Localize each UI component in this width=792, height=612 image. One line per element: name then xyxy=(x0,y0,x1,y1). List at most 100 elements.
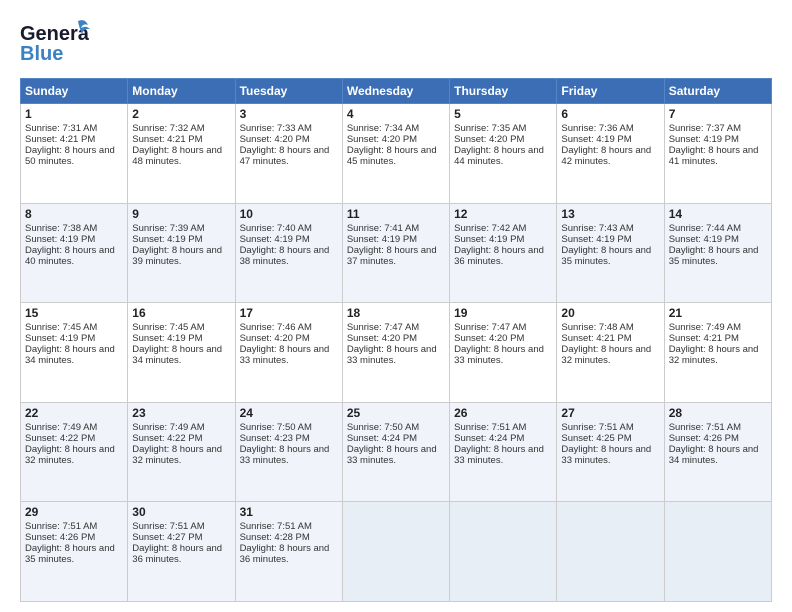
sunrise-text: Sunrise: 7:41 AM xyxy=(347,223,445,234)
sunrise-text: Sunrise: 7:51 AM xyxy=(669,422,767,433)
daylight-text: Daylight: 8 hours and 38 minutes. xyxy=(240,245,338,267)
sunset-text: Sunset: 4:19 PM xyxy=(347,234,445,245)
calendar-cell: 17Sunrise: 7:46 AMSunset: 4:20 PMDayligh… xyxy=(235,303,342,403)
daylight-text: Daylight: 8 hours and 41 minutes. xyxy=(669,145,767,167)
sunset-text: Sunset: 4:21 PM xyxy=(669,333,767,344)
daylight-text: Daylight: 8 hours and 33 minutes. xyxy=(347,344,445,366)
day-number: 12 xyxy=(454,207,552,221)
day-number: 6 xyxy=(561,107,659,121)
sunset-text: Sunset: 4:20 PM xyxy=(240,333,338,344)
calendar-page: GeneralBlue SundayMondayTuesdayWednesday… xyxy=(0,0,792,612)
sunrise-text: Sunrise: 7:51 AM xyxy=(454,422,552,433)
calendar-week-3: 15Sunrise: 7:45 AMSunset: 4:19 PMDayligh… xyxy=(21,303,772,403)
calendar-cell: 19 Sunrise: 7:47 AMSunset: 4:20 PMDayligh… xyxy=(450,303,557,403)
sunset-text: Sunset: 4:19 PM xyxy=(454,234,552,245)
daylight-text: Daylight: 8 hours and 35 minutes. xyxy=(25,543,123,565)
daylight-text: Daylight: 8 hours and 47 minutes. xyxy=(240,145,338,167)
sunrise-text: Sunrise: 7:47 AM xyxy=(347,322,445,333)
daylight-text: Daylight: 8 hours and 33 minutes. xyxy=(240,344,338,366)
sunset-text: Sunset: 4:26 PM xyxy=(669,433,767,444)
calendar-cell: 11Sunrise: 7:41 AMSunset: 4:19 PMDayligh… xyxy=(342,203,449,303)
sunrise-text: Sunrise: 7:43 AM xyxy=(561,223,659,234)
sunset-text: Sunset: 4:22 PM xyxy=(132,433,230,444)
day-number: 20 xyxy=(561,306,659,320)
calendar-cell: 14Sunrise: 7:44 AMSunset: 4:19 PMDayligh… xyxy=(664,203,771,303)
calendar-week-1: 1Sunrise: 7:31 AMSunset: 4:21 PMDaylight… xyxy=(21,104,772,204)
sunrise-text: Sunrise: 7:49 AM xyxy=(669,322,767,333)
calendar-cell xyxy=(450,502,557,602)
sunrise-text: Sunrise: 7:32 AM xyxy=(132,123,230,134)
calendar-week-4: 22Sunrise: 7:49 AMSunset: 4:22 PMDayligh… xyxy=(21,402,772,502)
sunrise-text: Sunrise: 7:33 AM xyxy=(240,123,338,134)
sunset-text: Sunset: 4:23 PM xyxy=(240,433,338,444)
sunset-text: Sunset: 4:20 PM xyxy=(240,134,338,145)
day-number: 19 xyxy=(454,306,552,320)
calendar-cell: 1Sunrise: 7:31 AMSunset: 4:21 PMDaylight… xyxy=(21,104,128,204)
day-number: 2 xyxy=(132,107,230,121)
calendar-table: SundayMondayTuesdayWednesdayThursdayFrid… xyxy=(20,78,772,602)
sunset-text: Sunset: 4:27 PM xyxy=(132,532,230,543)
sunrise-text: Sunrise: 7:42 AM xyxy=(454,223,552,234)
daylight-text: Daylight: 8 hours and 33 minutes. xyxy=(561,444,659,466)
sunrise-text: Sunrise: 7:40 AM xyxy=(240,223,338,234)
day-number: 24 xyxy=(240,406,338,420)
daylight-text: Daylight: 8 hours and 33 minutes. xyxy=(454,344,552,366)
calendar-cell: 9Sunrise: 7:39 AMSunset: 4:19 PMDaylight… xyxy=(128,203,235,303)
sunset-text: Sunset: 4:20 PM xyxy=(347,134,445,145)
daylight-text: Daylight: 8 hours and 34 minutes. xyxy=(25,344,123,366)
sunrise-text: Sunrise: 7:39 AM xyxy=(132,223,230,234)
sunset-text: Sunset: 4:19 PM xyxy=(240,234,338,245)
daylight-text: Daylight: 8 hours and 44 minutes. xyxy=(454,145,552,167)
calendar-cell: 23Sunrise: 7:49 AMSunset: 4:22 PMDayligh… xyxy=(128,402,235,502)
day-header-friday: Friday xyxy=(557,79,664,104)
daylight-text: Daylight: 8 hours and 33 minutes. xyxy=(347,444,445,466)
header: GeneralBlue xyxy=(20,18,772,68)
calendar-cell: 28Sunrise: 7:51 AMSunset: 4:26 PMDayligh… xyxy=(664,402,771,502)
sunrise-text: Sunrise: 7:35 AM xyxy=(454,123,552,134)
daylight-text: Daylight: 8 hours and 42 minutes. xyxy=(561,145,659,167)
day-number: 10 xyxy=(240,207,338,221)
day-number: 27 xyxy=(561,406,659,420)
sunrise-text: Sunrise: 7:38 AM xyxy=(25,223,123,234)
sunrise-text: Sunrise: 7:50 AM xyxy=(240,422,338,433)
day-number: 18 xyxy=(347,306,445,320)
sunset-text: Sunset: 4:20 PM xyxy=(454,333,552,344)
daylight-text: Daylight: 8 hours and 32 minutes. xyxy=(669,344,767,366)
sunset-text: Sunset: 4:21 PM xyxy=(25,134,123,145)
daylight-text: Daylight: 8 hours and 34 minutes. xyxy=(669,444,767,466)
daylight-text: Daylight: 8 hours and 48 minutes. xyxy=(132,145,230,167)
logo-icon: GeneralBlue xyxy=(20,18,90,68)
calendar-cell: 24 Sunrise: 7:50 AMSunset: 4:23 PMDayligh… xyxy=(235,402,342,502)
calendar-cell: 4Sunrise: 7:34 AMSunset: 4:20 PMDaylight… xyxy=(342,104,449,204)
calendar-cell: 31Sunrise: 7:51 AMSunset: 4:28 PMDayligh… xyxy=(235,502,342,602)
sunset-text: Sunset: 4:25 PM xyxy=(561,433,659,444)
calendar-cell: 16Sunrise: 7:45 AMSunset: 4:19 PMDayligh… xyxy=(128,303,235,403)
sunset-text: Sunset: 4:19 PM xyxy=(25,333,123,344)
calendar-cell: 10 Sunrise: 7:40 AMSunset: 4:19 PMDayligh… xyxy=(235,203,342,303)
daylight-text: Daylight: 8 hours and 45 minutes. xyxy=(347,145,445,167)
calendar-cell: 6Sunrise: 7:36 AMSunset: 4:19 PMDaylight… xyxy=(557,104,664,204)
sunset-text: Sunset: 4:21 PM xyxy=(561,333,659,344)
sunrise-text: Sunrise: 7:36 AM xyxy=(561,123,659,134)
sunrise-text: Sunrise: 7:37 AM xyxy=(669,123,767,134)
day-number: 3 xyxy=(240,107,338,121)
day-header-wednesday: Wednesday xyxy=(342,79,449,104)
day-number: 23 xyxy=(132,406,230,420)
calendar-cell xyxy=(664,502,771,602)
day-number: 26 xyxy=(454,406,552,420)
sunrise-text: Sunrise: 7:45 AM xyxy=(132,322,230,333)
sunset-text: Sunset: 4:20 PM xyxy=(347,333,445,344)
day-number: 16 xyxy=(132,306,230,320)
calendar-cell: 27Sunrise: 7:51 AMSunset: 4:25 PMDayligh… xyxy=(557,402,664,502)
sunrise-text: Sunrise: 7:49 AM xyxy=(25,422,123,433)
sunrise-text: Sunrise: 7:45 AM xyxy=(25,322,123,333)
calendar-cell xyxy=(557,502,664,602)
sunset-text: Sunset: 4:22 PM xyxy=(25,433,123,444)
daylight-text: Daylight: 8 hours and 33 minutes. xyxy=(240,444,338,466)
daylight-text: Daylight: 8 hours and 35 minutes. xyxy=(561,245,659,267)
day-number: 17 xyxy=(240,306,338,320)
sunrise-text: Sunrise: 7:47 AM xyxy=(454,322,552,333)
header-row: SundayMondayTuesdayWednesdayThursdayFrid… xyxy=(21,79,772,104)
day-header-sunday: Sunday xyxy=(21,79,128,104)
sunrise-text: Sunrise: 7:49 AM xyxy=(132,422,230,433)
